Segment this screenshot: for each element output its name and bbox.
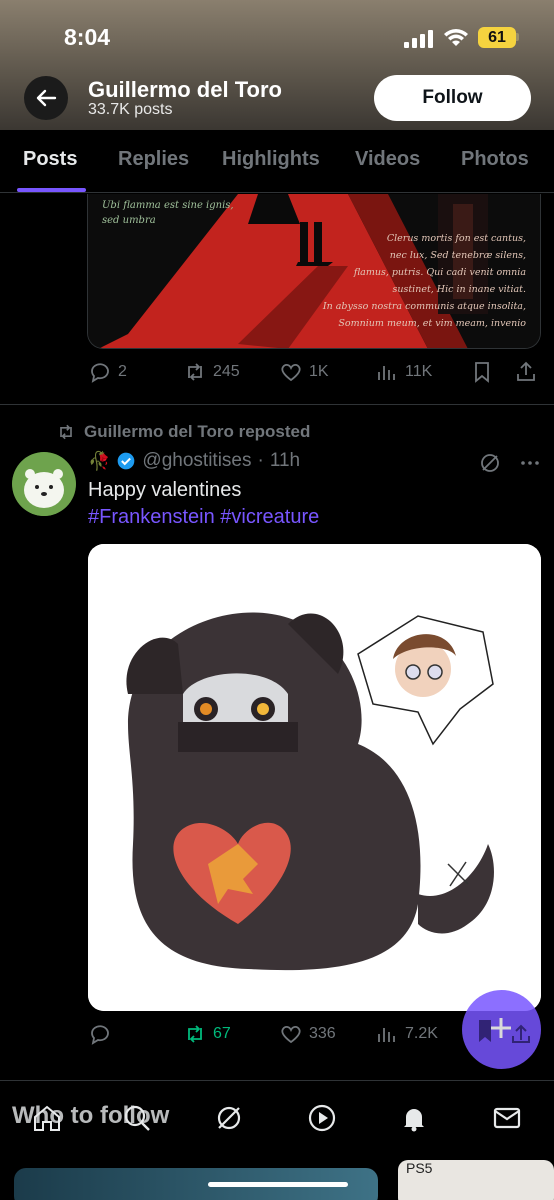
- views-icon: [378, 1028, 395, 1042]
- status-time: 8:04: [64, 24, 111, 50]
- post-image-valentine-drawing[interactable]: [88, 544, 541, 1011]
- battery-tip: [516, 33, 519, 41]
- views-button[interactable]: 11K: [375, 360, 432, 384]
- post-text: Happy valentines: [88, 479, 242, 501]
- post-menu-group: [478, 451, 542, 475]
- repost-icon: [60, 424, 72, 440]
- compose-button[interactable]: [462, 990, 541, 1069]
- view-count: 11K: [405, 363, 433, 380]
- compose-plus-icon: [478, 1017, 530, 1043]
- heart-icon: [281, 1025, 301, 1044]
- post-time: 11h: [269, 450, 301, 471]
- view-count: 7.2K: [405, 1025, 438, 1042]
- post-actions: 2 245 1K 11K: [0, 360, 554, 388]
- profile-tabs: Posts Replies Highlights Videos Photos: [0, 130, 554, 193]
- repost-count: 67: [213, 1025, 231, 1042]
- active-tab-indicator: [17, 188, 86, 192]
- cellular-signal-icon: [404, 30, 433, 48]
- reply-icon: [91, 1025, 109, 1045]
- profile-name: Guillermo del Toro: [88, 77, 282, 102]
- suggestion-card-text: PS5: [406, 1160, 433, 1176]
- video-play-icon[interactable]: [307, 1103, 337, 1133]
- post-divider: [0, 404, 554, 405]
- post-hashtags[interactable]: #Frankenstein #vicreature: [88, 506, 319, 529]
- post-image-caption-right: Clerus mortis fon est cantus, nec lux, S…: [322, 233, 526, 329]
- like-button[interactable]: 336: [279, 1022, 336, 1046]
- battery-indicator: 61: [478, 27, 516, 48]
- tab-photos[interactable]: Photos: [461, 148, 529, 171]
- post-image-red-corridor[interactable]: Ubi flamma est sine ignis, sed umbra Cle…: [87, 194, 541, 349]
- views-icon: [378, 366, 395, 380]
- avatar-dog-image: [12, 452, 76, 516]
- profile-post-count: 33.7K posts: [88, 101, 173, 118]
- like-count: 1K: [309, 363, 329, 380]
- post-image-caption-left: Ubi flamma est sine ignis, sed umbra: [102, 200, 234, 226]
- profile-header: 8:04 61 Guillermo del Toro 33.7K posts F…: [0, 0, 554, 130]
- repost-count: 245: [213, 363, 240, 380]
- share-icon: [517, 361, 535, 381]
- grok-icon[interactable]: [478, 451, 502, 475]
- rose-emoji-icon: 🥀: [88, 450, 111, 471]
- post-author-line: 🥀 @ghostitises · 11h: [88, 450, 300, 472]
- like-count: 336: [309, 1025, 336, 1042]
- notifications-bell-icon[interactable]: [399, 1103, 429, 1133]
- grok-icon[interactable]: [214, 1103, 244, 1133]
- views-button[interactable]: 7.2K: [375, 1022, 438, 1046]
- repost-icon: [188, 363, 202, 381]
- reply-button[interactable]: 2: [88, 360, 127, 384]
- arrow-left-icon: [36, 89, 57, 107]
- wifi-icon: [444, 29, 468, 46]
- creature-drawing: [88, 544, 541, 1011]
- reply-count: 2: [118, 363, 127, 380]
- repost-button[interactable]: 245: [183, 360, 240, 384]
- back-button[interactable]: [24, 76, 68, 120]
- bookmark-icon: [475, 362, 489, 383]
- messages-envelope-icon[interactable]: [492, 1103, 522, 1133]
- tab-posts[interactable]: Posts: [23, 148, 77, 171]
- more-options-icon[interactable]: [518, 451, 542, 475]
- reply-icon: [91, 363, 109, 383]
- follow-button[interactable]: Follow: [374, 75, 531, 121]
- author-handle[interactable]: @ghostitises: [142, 450, 251, 472]
- tab-videos[interactable]: Videos: [355, 148, 420, 171]
- separator-dot: ·: [257, 450, 264, 471]
- share-button[interactable]: [514, 360, 538, 384]
- repost-context[interactable]: Guillermo del Toro reposted: [56, 422, 310, 442]
- like-button[interactable]: 1K: [279, 360, 329, 384]
- repost-label: Guillermo del Toro reposted: [84, 422, 311, 441]
- repost-button[interactable]: 67: [183, 1022, 231, 1046]
- home-indicator[interactable]: [208, 1182, 348, 1187]
- avatar[interactable]: [12, 452, 76, 516]
- reply-button[interactable]: [88, 1022, 118, 1046]
- status-bar: 8:04 61: [0, 22, 554, 52]
- who-to-follow-heading: Who to follow: [12, 1102, 170, 1129]
- bookmark-button[interactable]: [470, 360, 494, 384]
- tab-replies[interactable]: Replies: [118, 148, 189, 171]
- tab-highlights[interactable]: Highlights: [222, 148, 320, 171]
- repost-icon: [188, 1025, 202, 1043]
- verified-badge-icon: [118, 452, 135, 470]
- heart-icon: [281, 363, 301, 382]
